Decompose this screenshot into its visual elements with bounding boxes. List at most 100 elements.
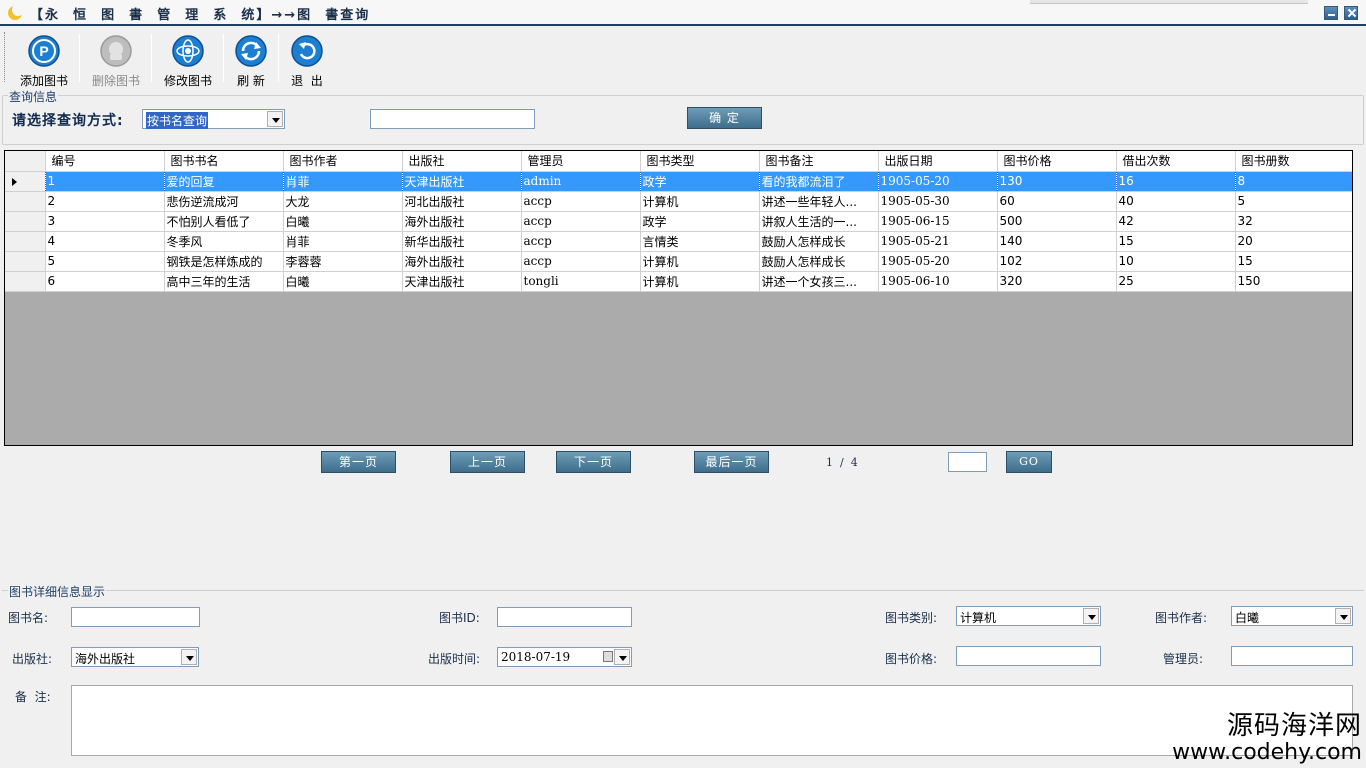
column-header[interactable]: 图书价格 — [997, 151, 1117, 172]
go-button[interactable]: GO — [1006, 451, 1052, 473]
table-cell[interactable]: 高中三年的生活 — [164, 271, 284, 292]
row-header[interactable] — [5, 211, 46, 232]
table-cell[interactable]: 15 — [1116, 231, 1236, 252]
table-cell[interactable]: 爱的回复 — [164, 171, 284, 192]
table-cell[interactable]: 白曦 — [283, 271, 403, 292]
table-cell[interactable]: 1905-05-21 — [878, 231, 998, 252]
column-header[interactable]: 图书备注 — [759, 151, 879, 172]
table-cell[interactable]: 4 — [45, 231, 165, 252]
close-button[interactable] — [1344, 6, 1358, 20]
table-cell[interactable]: 20 — [1235, 231, 1352, 252]
table-cell[interactable]: 不怕别人看低了 — [164, 211, 284, 232]
table-cell[interactable]: 130 — [997, 171, 1117, 192]
table-cell[interactable]: 42 — [1116, 211, 1236, 232]
table-cell[interactable]: 言情类 — [640, 231, 760, 252]
table-cell[interactable]: 102 — [997, 251, 1117, 272]
table-cell[interactable]: 悲伤逆流成河 — [164, 191, 284, 212]
table-row[interactable]: 1 爱的回复 肖菲 天津出版社 admin 政学 看的我都流泪了 1905-05-20 130 1… — [5, 171, 1352, 192]
query-method-select[interactable]: 按书名查询 — [142, 109, 285, 129]
table-cell[interactable]: 讲述一些年轻人... — [759, 191, 879, 212]
page-number-input[interactable] — [948, 452, 987, 472]
book-id-field[interactable] — [497, 607, 632, 627]
publisher-select[interactable]: 海外出版社 — [71, 647, 199, 667]
book-name-field[interactable] — [71, 607, 200, 627]
table-cell[interactable]: 140 — [997, 231, 1117, 252]
table-cell[interactable]: 讲述一个女孩三... — [759, 271, 879, 292]
table-cell[interactable]: 5 — [45, 251, 165, 272]
table-cell[interactable]: 2 — [45, 191, 165, 212]
table-cell[interactable]: 天津出版社 — [402, 171, 522, 192]
table-cell[interactable]: 1 — [45, 171, 165, 192]
table-cell[interactable]: 60 — [997, 191, 1117, 212]
row-header[interactable] — [5, 171, 46, 192]
table-cell[interactable]: 6 — [45, 271, 165, 292]
table-cell[interactable]: 10 — [1116, 251, 1236, 272]
table-cell[interactable]: 5 — [1235, 191, 1352, 212]
edit-book-button[interactable]: 修改图书 — [158, 32, 218, 88]
table-cell[interactable]: 15 — [1235, 251, 1352, 272]
table-cell[interactable]: 16 — [1116, 171, 1236, 192]
table-cell[interactable]: 计算机 — [640, 271, 760, 292]
table-cell[interactable]: 海外出版社 — [402, 251, 522, 272]
column-header[interactable]: 图书册数 — [1235, 151, 1352, 172]
table-row[interactable]: 5 钢铁是怎样炼成的 李蓉蓉 海外出版社 accp 计算机 鼓励人怎样成长 1905-05-2… — [5, 251, 1352, 272]
toolbar-grip[interactable] — [4, 32, 7, 82]
last-page-button[interactable]: 最后一页 — [694, 451, 769, 473]
table-cell[interactable]: 海外出版社 — [402, 211, 522, 232]
first-page-button[interactable]: 第一页 — [321, 451, 396, 473]
table-row[interactable]: 4 冬季风 肖菲 新华出版社 accp 言情类 鼓励人怎样成长 1905-05-21 140 15… — [5, 231, 1352, 252]
table-row[interactable]: 2 悲伤逆流成河 大龙 河北出版社 accp 计算机 讲述一些年轻人... 1905-05-3… — [5, 191, 1352, 212]
table-cell[interactable]: 25 — [1116, 271, 1236, 292]
book-author-select[interactable]: 白曦 — [1231, 606, 1353, 626]
table-cell[interactable]: 鼓励人怎样成长 — [759, 231, 879, 252]
table-row[interactable]: 6 高中三年的生活 白曦 天津出版社 tongli 计算机 讲述一个女孩三... 1905-0… — [5, 271, 1352, 292]
table-cell[interactable]: 320 — [997, 271, 1117, 292]
table-cell[interactable]: 1905-06-15 — [878, 211, 998, 232]
table-cell[interactable]: 政学 — [640, 211, 760, 232]
row-header[interactable] — [5, 191, 46, 212]
column-header[interactable]: 图书类型 — [640, 151, 760, 172]
table-cell[interactable]: accp — [521, 231, 641, 252]
table-cell[interactable]: 32 — [1235, 211, 1352, 232]
column-header[interactable]: 出版日期 — [878, 151, 998, 172]
table-cell[interactable]: 鼓励人怎样成长 — [759, 251, 879, 272]
column-header[interactable]: 图书书名 — [164, 151, 284, 172]
table-cell[interactable]: 1905-05-20 — [878, 171, 998, 192]
table-cell[interactable]: accp — [521, 211, 641, 232]
table-cell[interactable]: 钢铁是怎样炼成的 — [164, 251, 284, 272]
table-cell[interactable]: 1905-05-20 — [878, 251, 998, 272]
column-header[interactable]: 借出次数 — [1116, 151, 1236, 172]
table-cell[interactable]: 大龙 — [283, 191, 403, 212]
next-page-button[interactable]: 下一页 — [556, 451, 631, 473]
table-cell[interactable]: 1905-05-30 — [878, 191, 998, 212]
publish-time-picker[interactable]: 2018-07-19 — [497, 647, 632, 667]
chevron-down-icon[interactable] — [267, 111, 283, 127]
column-header[interactable]: 管理员 — [521, 151, 641, 172]
table-cell[interactable]: 150 — [1235, 271, 1352, 292]
add-book-button[interactable]: P 添加图书 — [14, 32, 74, 88]
table-cell[interactable]: 1905-06-10 — [878, 271, 998, 292]
column-header[interactable]: 编号 — [45, 151, 165, 172]
calendar-icon[interactable] — [603, 651, 613, 662]
minimize-button[interactable] — [1324, 6, 1338, 20]
table-row[interactable]: 3 不怕别人看低了 白曦 海外出版社 accp 政学 讲叙人生活的一... 1905-06-1… — [5, 211, 1352, 232]
table-cell[interactable]: 40 — [1116, 191, 1236, 212]
table-cell[interactable]: 计算机 — [640, 191, 760, 212]
chevron-down-icon[interactable] — [181, 649, 197, 665]
column-header[interactable]: 出版社 — [402, 151, 522, 172]
table-cell[interactable]: accp — [521, 191, 641, 212]
chevron-down-icon[interactable] — [1335, 608, 1351, 624]
books-grid[interactable]: 编号 图书书名 图书作者 出版社 管理员 图书类型 图书备注 出版日期 图书价格 借出次数 图书册数… — [4, 150, 1353, 446]
book-category-select[interactable]: 计算机 — [956, 606, 1101, 626]
table-cell[interactable]: 政学 — [640, 171, 760, 192]
table-cell[interactable]: 8 — [1235, 171, 1352, 192]
table-cell[interactable]: tongli — [521, 271, 641, 292]
table-cell[interactable]: 3 — [45, 211, 165, 232]
exit-button[interactable]: 退 出 — [284, 32, 330, 88]
row-header[interactable] — [5, 231, 46, 252]
chevron-down-icon[interactable] — [614, 649, 630, 665]
confirm-button[interactable]: 确 定 — [687, 107, 762, 129]
table-cell[interactable]: 天津出版社 — [402, 271, 522, 292]
table-cell[interactable]: 白曦 — [283, 211, 403, 232]
table-cell[interactable]: 河北出版社 — [402, 191, 522, 212]
